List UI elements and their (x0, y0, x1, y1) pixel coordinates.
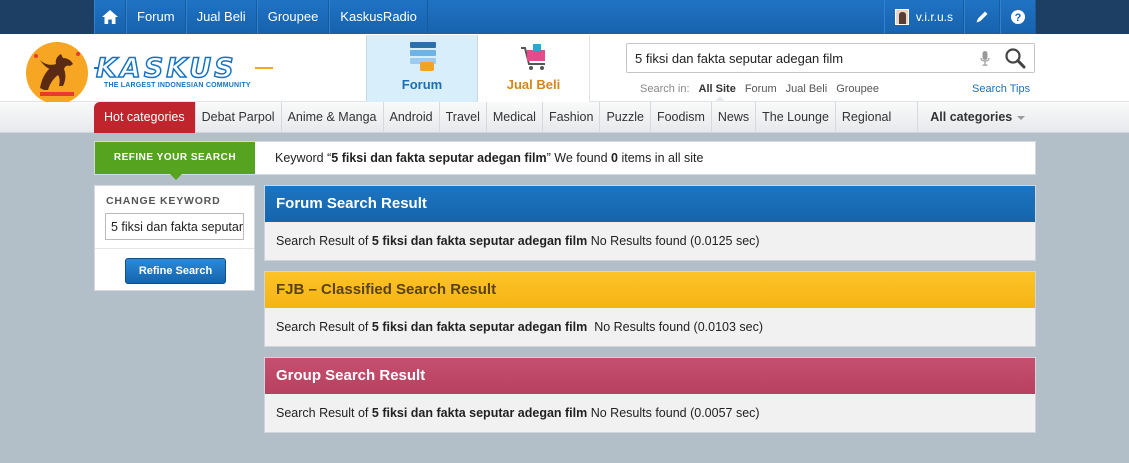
category-news[interactable]: News (712, 102, 757, 133)
result-status: No Results found (0.0125 sec) (587, 234, 760, 248)
chevron-down-icon (1017, 115, 1026, 120)
scope-all-site[interactable]: All Site (699, 83, 736, 95)
search-in-label: Search in: (640, 83, 690, 95)
search-tips-link[interactable]: Search Tips (972, 83, 1030, 95)
all-categories-dropdown[interactable]: All categories (918, 102, 1037, 133)
category-regional[interactable]: Regional (836, 102, 919, 133)
scope-jual-beli[interactable]: Jual Beli (786, 83, 828, 95)
logo-tagline: THE LARGEST INDONESIAN COMMUNITY (104, 82, 251, 89)
category-android[interactable]: Android (384, 102, 440, 133)
home-button[interactable] (94, 0, 126, 34)
nav-forum[interactable]: Forum (126, 0, 186, 34)
horse-logo-icon (34, 52, 80, 96)
scope-groupee[interactable]: Groupee (836, 83, 879, 95)
tab-jual-beli[interactable]: Jual Beli (478, 35, 590, 102)
logo-line-right (255, 67, 273, 69)
result-prefix: Search Result of (276, 320, 372, 334)
change-keyword-panel: CHANGE KEYWORD Refine Search (94, 185, 255, 291)
refine-bar: REFINE YOUR SEARCH Keyword “5 fiksi dan … (94, 141, 1036, 180)
forum-results-body: Search Result of 5 fiksi dan fakta seput… (265, 222, 1035, 260)
result-keyword: 5 fiksi dan fakta seputar adegan film (371, 234, 588, 248)
cart-icon (521, 44, 545, 70)
keyword-prefix: Keyword “ (275, 151, 332, 165)
search-input[interactable] (628, 45, 968, 71)
keyword-suffix: ” We found (546, 151, 612, 165)
category-anime-manga[interactable]: Anime & Manga (282, 102, 384, 133)
category-list: Hot categories Debat Parpol Anime & Mang… (94, 102, 1037, 133)
search-box (626, 43, 1035, 73)
user-area: v.i.r.u.s ? (883, 0, 1036, 34)
category-bar: Hot categories Debat Parpol Anime & Mang… (0, 102, 1129, 133)
help-icon: ? (1011, 10, 1025, 24)
fjb-results-panel: FJB – Classified Search Result Search Re… (264, 271, 1036, 347)
username: v.i.r.u.s (915, 10, 953, 24)
result-count: 0 (611, 151, 618, 165)
all-categories-label: All categories (930, 110, 1013, 124)
category-medical[interactable]: Medical (487, 102, 543, 133)
tab-forum-label: Forum (401, 77, 443, 92)
result-keyword: 5 fiksi dan fakta seputar adegan film (371, 406, 588, 420)
category-debat-parpol[interactable]: Debat Parpol (196, 102, 282, 133)
keyword-input[interactable] (105, 213, 244, 240)
group-results-body: Search Result of 5 fiksi dan fakta seput… (265, 394, 1035, 432)
category-the-lounge[interactable]: The Lounge (756, 102, 836, 133)
top-nav-links: Forum Jual Beli Groupee KaskusRadio (94, 0, 428, 34)
edit-button[interactable] (964, 0, 1000, 34)
scope-forum[interactable]: Forum (745, 83, 777, 95)
hot-categories[interactable]: Hot categories (94, 102, 196, 133)
nav-groupee[interactable]: Groupee (256, 0, 330, 34)
pencil-icon (976, 11, 988, 23)
top-navbar-inner: Forum Jual Beli Groupee KaskusRadio v.i.… (94, 0, 1036, 34)
forum-results-title: Forum Search Result (265, 186, 1035, 222)
top-navbar: Forum Jual Beli Groupee KaskusRadio v.i.… (0, 0, 1129, 34)
home-icon (102, 10, 118, 24)
result-status: No Results found (0.0103 sec) (587, 320, 764, 334)
nav-kaskus-radio[interactable]: KaskusRadio (329, 0, 428, 34)
tab-forum[interactable]: Forum (366, 35, 478, 102)
refine-your-search-tag: REFINE YOUR SEARCH (95, 142, 255, 180)
group-results-panel: Group Search Result Search Result of 5 f… (264, 357, 1036, 433)
group-results-title: Group Search Result (265, 358, 1035, 394)
forum-icon (410, 42, 436, 71)
keyword-summary: Keyword “5 fiksi dan fakta seputar adega… (275, 151, 703, 165)
refine-search-button[interactable]: Refine Search (125, 258, 226, 284)
search-icon[interactable] (1002, 46, 1030, 71)
category-fashion[interactable]: Fashion (543, 102, 601, 133)
category-foodism[interactable]: Foodism (651, 102, 712, 133)
avatar (894, 9, 909, 25)
divider (95, 248, 254, 249)
result-status: No Results found (0.0057 sec) (587, 406, 760, 420)
svg-text:?: ? (1015, 12, 1022, 24)
microphone-icon[interactable] (980, 51, 990, 66)
count-suffix: items in all site (617, 151, 704, 165)
tab-jual-beli-label: Jual Beli (506, 77, 561, 92)
keyword-value: 5 fiksi dan fakta seputar adegan film (331, 151, 547, 165)
category-puzzle[interactable]: Puzzle (600, 102, 651, 133)
fjb-results-body: Search Result of 5 fiksi dan fakta seput… (265, 308, 1035, 346)
logo-wordmark[interactable]: KASKUS (95, 52, 237, 85)
result-prefix: Search Result of (276, 234, 372, 248)
nav-jual-beli[interactable]: Jual Beli (185, 0, 257, 34)
change-keyword-title: CHANGE KEYWORD (106, 195, 221, 207)
search-scope: Search in: All Site Forum Jual Beli Grou… (640, 83, 879, 95)
result-keyword: 5 fiksi dan fakta seputar adegan film (371, 320, 588, 334)
user-profile-link[interactable]: v.i.r.u.s (883, 0, 964, 34)
category-travel[interactable]: Travel (440, 102, 487, 133)
logo-badge[interactable] (26, 42, 88, 104)
help-button[interactable]: ? (1000, 0, 1036, 34)
result-prefix: Search Result of (276, 406, 372, 420)
fjb-results-title: FJB – Classified Search Result (265, 272, 1035, 308)
forum-results-panel: Forum Search Result Search Result of 5 f… (264, 185, 1036, 261)
